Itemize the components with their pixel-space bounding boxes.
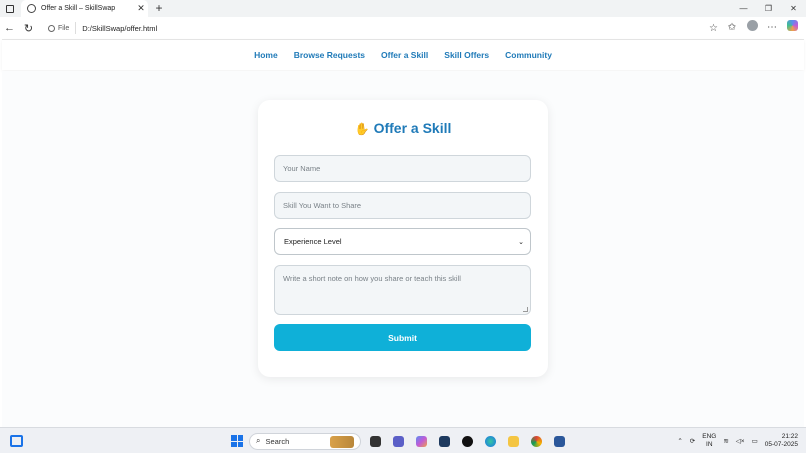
language-bottom: IN [706, 441, 713, 448]
clock-date: 05-07-2025 [764, 441, 798, 448]
favorites-icon[interactable]: ✩ [722, 22, 742, 33]
copilot-app-icon[interactable] [413, 433, 430, 450]
url-scheme-label: File [58, 24, 70, 32]
new-tab-button[interactable]: + [152, 1, 166, 15]
system-tray: ⌃ ⟳ ENG IN ≋ ◁× ▭ 21:22 05-07-2025 [677, 431, 798, 451]
taskbar: ⌕ Search ⌃ ⟳ ENG IN ≋ ◁× ▭ 21:22 05-07-2… [0, 427, 806, 453]
close-tab-button[interactable]: ✕ [134, 3, 148, 14]
nav-link-home[interactable]: Home [254, 50, 278, 60]
taskbar-apps: ⌕ Search [231, 431, 568, 451]
submit-button[interactable]: Submit [274, 324, 531, 351]
volume-icon[interactable]: ◁× [736, 437, 745, 445]
copilot-button[interactable] [782, 20, 802, 34]
note-placeholder: Write a short note on how you share or t… [283, 274, 461, 283]
site-nav: Home Browse Requests Offer a Skill Skill… [2, 40, 804, 70]
minimize-button[interactable]: — [731, 0, 756, 17]
back-button[interactable]: ← [0, 22, 19, 34]
form-title: Offer a Skill [373, 120, 452, 136]
experience-level-select[interactable]: Experience Level ⌄ [274, 228, 531, 255]
more-menu-icon[interactable]: ⋯ [762, 22, 782, 33]
info-icon [48, 24, 55, 32]
favorite-star-icon[interactable]: ☆ [709, 23, 722, 34]
profile-button[interactable] [742, 20, 762, 34]
clock-time: 21:22 [781, 433, 798, 440]
show-hidden-icons-icon[interactable]: ⌃ [677, 437, 682, 445]
url-text[interactable]: D:/SkillSwap/offer.html [76, 24, 709, 33]
avatar [746, 20, 758, 31]
note-textarea[interactable]: Write a short note on how you share or t… [274, 265, 531, 315]
close-window-button[interactable]: ✕ [781, 0, 806, 17]
skill-input[interactable]: Skill You Want to Share [274, 192, 531, 219]
address-bar[interactable]: File D:/SkillSwap/offer.html ☆ [42, 20, 722, 36]
experience-level-value: Experience Level [284, 237, 342, 246]
widgets-icon[interactable] [10, 435, 23, 447]
clock[interactable]: 21:22 05-07-2025 [765, 433, 798, 449]
globe-icon [27, 4, 36, 13]
name-placeholder: Your Name [283, 164, 321, 173]
page-viewport: Home Browse Requests Offer a Skill Skill… [2, 39, 804, 428]
taskbar-search-label: Search [265, 436, 290, 446]
teams-icon[interactable] [390, 433, 407, 450]
tab-actions-icon [6, 4, 14, 13]
nav-link-browse-requests[interactable]: Browse Requests [294, 50, 365, 60]
page-title: ✋ Offer a Skill [258, 120, 548, 136]
word-icon[interactable] [551, 433, 568, 450]
tab-title: Offer a Skill – SkillSwap [41, 5, 116, 12]
site-info-button[interactable]: File [42, 22, 77, 34]
store-icon[interactable] [436, 433, 453, 450]
sync-icon[interactable]: ⟳ [690, 437, 695, 445]
wifi-icon[interactable]: ≋ [723, 437, 728, 445]
chevron-down-icon: ⌄ [518, 238, 524, 246]
dell-icon[interactable] [459, 433, 476, 450]
task-view-icon[interactable] [367, 433, 384, 450]
nav-link-community[interactable]: Community [505, 50, 552, 60]
tab-actions-button[interactable] [0, 0, 20, 17]
copilot-icon [786, 20, 798, 31]
search-icon: ⌕ [256, 436, 261, 445]
start-button[interactable] [231, 435, 243, 447]
tab-strip: Offer a Skill – SkillSwap ✕ + — ❐ ✕ [0, 0, 806, 17]
language-top: ENG [702, 433, 717, 440]
nav-link-offer-a-skill[interactable]: Offer a Skill [381, 50, 428, 60]
chrome-icon[interactable] [528, 433, 545, 450]
language-indicator[interactable]: ENG IN [702, 433, 716, 449]
battery-icon[interactable]: ▭ [752, 437, 758, 445]
edge-icon[interactable] [482, 433, 499, 450]
resize-handle[interactable] [523, 307, 528, 312]
toolbar-right: ✩ ⋯ [722, 20, 802, 34]
offer-form-card: ✋ Offer a Skill Your Name Skill You Want … [258, 100, 548, 377]
nav-link-skill-offers[interactable]: Skill Offers [444, 50, 489, 60]
maximize-button[interactable]: ❐ [756, 0, 781, 17]
name-input[interactable]: Your Name [274, 155, 531, 182]
reload-button[interactable]: ↻ [19, 22, 38, 35]
handshake-icon: ✋ [354, 122, 370, 136]
search-highlight-icon [330, 435, 354, 448]
browser-toolbar: ← ↻ File D:/SkillSwap/offer.html ☆ ✩ ⋯ [0, 17, 806, 39]
active-tab[interactable]: Offer a Skill – SkillSwap ✕ [21, 0, 148, 17]
taskbar-search[interactable]: ⌕ Search [249, 432, 361, 450]
window-controls: — ❐ ✕ [731, 0, 806, 17]
file-explorer-icon[interactable] [505, 433, 522, 450]
skill-placeholder: Skill You Want to Share [283, 201, 362, 210]
